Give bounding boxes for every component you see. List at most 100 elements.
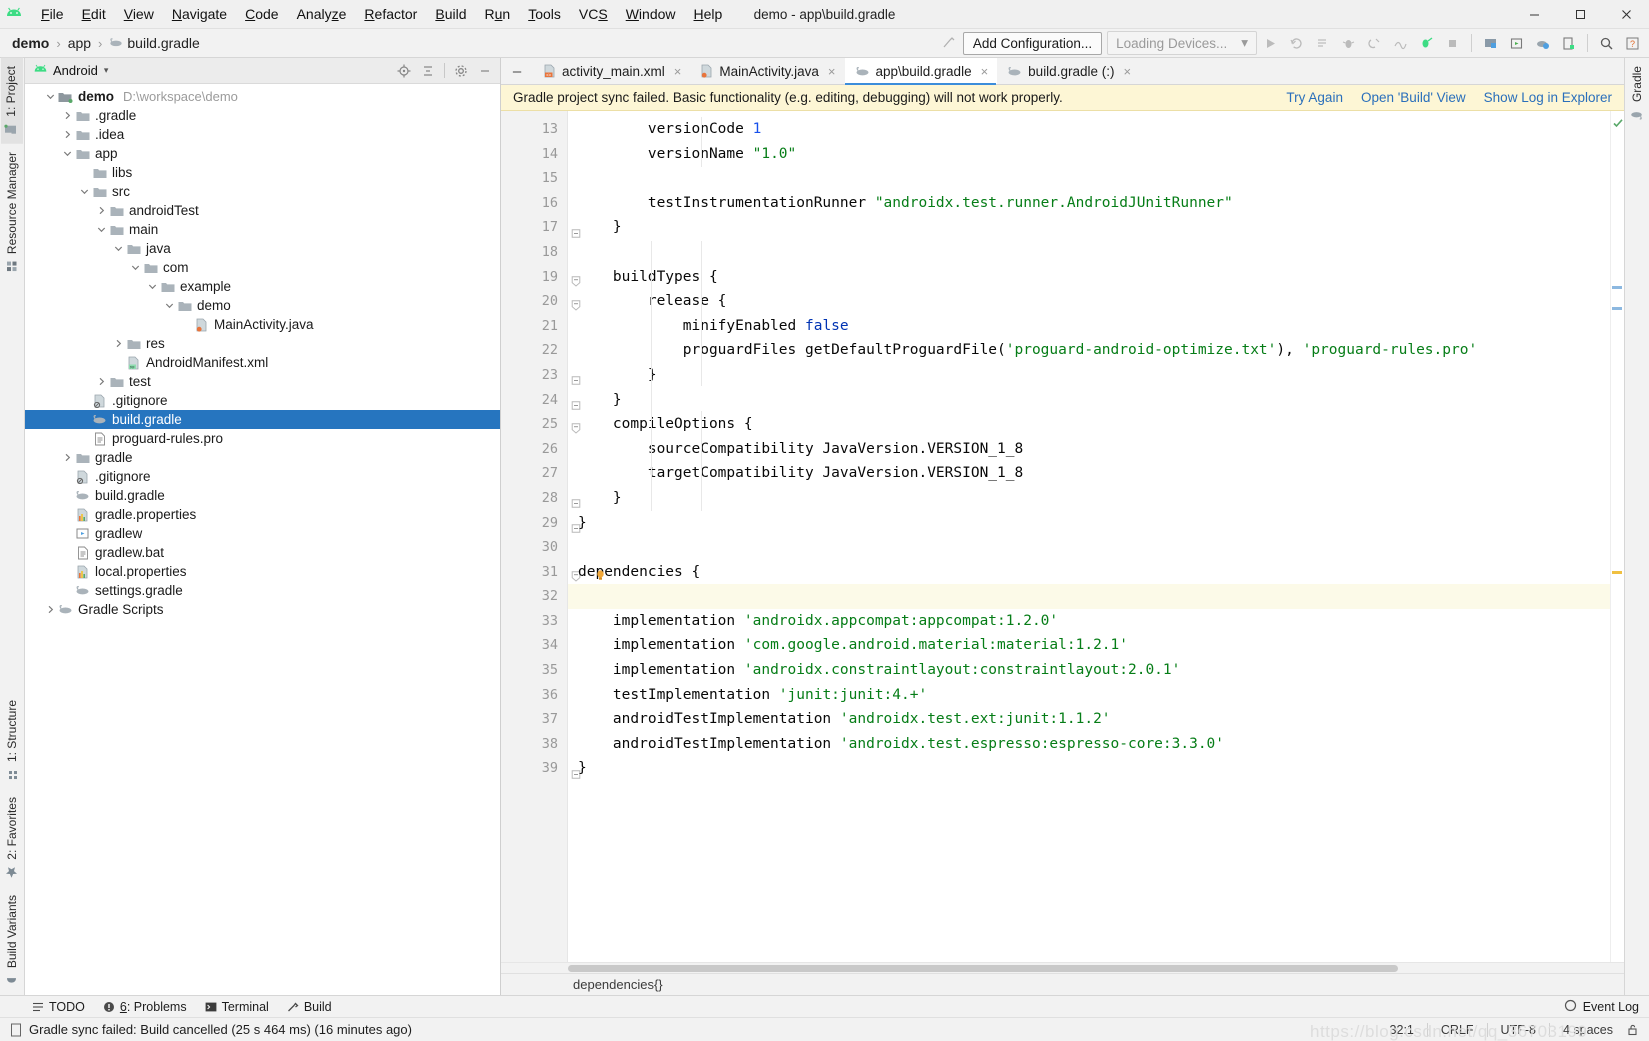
tree-node-src[interactable]: src	[25, 182, 500, 201]
tree-expander-icon[interactable]	[60, 565, 74, 579]
tree-expander-icon[interactable]	[111, 337, 125, 351]
line-number[interactable]: 20	[501, 289, 581, 314]
line-number[interactable]: 23	[501, 363, 581, 388]
close-tab-icon[interactable]: ×	[828, 64, 836, 79]
tree-expander-icon[interactable]	[111, 356, 125, 370]
tree-expander-icon[interactable]	[94, 375, 108, 389]
sdk-manager-icon[interactable]	[1504, 31, 1529, 55]
maximize-button[interactable]	[1557, 0, 1603, 29]
breadcrumb-item-app[interactable]: app	[64, 34, 95, 52]
tool-window-build[interactable]: Build	[287, 1000, 332, 1014]
close-button[interactable]	[1603, 0, 1649, 29]
help-icon[interactable]: ?	[1620, 31, 1645, 55]
sidebar-item-structure[interactable]: 1: Structure	[2, 692, 22, 789]
tree-expander-icon[interactable]	[94, 223, 108, 237]
tree-node-local-properties[interactable]: local.properties	[25, 562, 500, 581]
scrollbar-thumb[interactable]	[568, 965, 1398, 972]
sidebar-item-resource-manager[interactable]: Resource Manager	[2, 144, 22, 281]
debug-icon[interactable]	[1336, 31, 1361, 55]
breadcrumb-item-build-gradle[interactable]: build.gradle	[105, 34, 203, 52]
add-configuration-button[interactable]: Add Configuration...	[962, 31, 1103, 55]
line-number[interactable]: 38	[501, 732, 567, 757]
profile-icon[interactable]	[1388, 31, 1413, 55]
close-tab-icon[interactable]: ×	[1123, 64, 1131, 79]
editor-tab-mainactivity-java[interactable]: MainActivity.java ×	[690, 58, 844, 84]
line-number[interactable]: 17	[501, 215, 581, 240]
code-line[interactable]: }	[578, 215, 1610, 240]
line-number[interactable]: 39	[501, 756, 581, 781]
code-line[interactable]	[578, 240, 1610, 265]
tree-expander-icon[interactable]	[60, 109, 74, 123]
sidebar-item-project[interactable]: 1: Project	[1, 58, 23, 144]
line-number[interactable]: 19	[501, 265, 581, 290]
tree-expander-icon[interactable]	[162, 299, 176, 313]
code-line[interactable]: androidTestImplementation 'androidx.test…	[578, 707, 1610, 732]
tree-expander-icon[interactable]	[128, 261, 142, 275]
build-hammer-icon[interactable]	[937, 31, 962, 55]
tree-node-example[interactable]: example	[25, 277, 500, 296]
rerun-icon[interactable]	[1284, 31, 1309, 55]
menu-run[interactable]: Run	[476, 3, 520, 25]
line-number[interactable]: 18	[501, 240, 567, 265]
menu-navigate[interactable]: Navigate	[163, 3, 236, 25]
tree-node--idea[interactable]: .idea	[25, 125, 500, 144]
tree-expander-icon[interactable]	[60, 584, 74, 598]
code-line[interactable]: versionCode 1	[578, 117, 1610, 142]
tree-node-gradle[interactable]: gradle	[25, 448, 500, 467]
code-line[interactable]: implementation 'com.google.android.mater…	[578, 633, 1610, 658]
line-number[interactable]: 25	[501, 412, 581, 437]
tree-expander-icon[interactable]	[60, 128, 74, 142]
code-line[interactable]: implementation 'androidx.constraintlayou…	[578, 658, 1610, 683]
avd-manager-icon[interactable]	[1478, 31, 1503, 55]
menu-help[interactable]: Help	[685, 3, 732, 25]
code-line[interactable]: }	[578, 388, 1610, 413]
line-number[interactable]: 27	[501, 461, 567, 486]
tree-expander-icon[interactable]	[60, 527, 74, 541]
locate-icon[interactable]	[393, 60, 415, 82]
warning-bulb-icon[interactable]	[596, 565, 605, 580]
menu-tools[interactable]: Tools	[519, 3, 570, 25]
code-line[interactable]: minifyEnabled false	[578, 314, 1610, 339]
tree-node-libs[interactable]: libs	[25, 163, 500, 182]
code-line[interactable]: androidTestImplementation 'androidx.test…	[578, 732, 1610, 757]
tree-node-java[interactable]: java	[25, 239, 500, 258]
sync-gradle-icon[interactable]	[1530, 31, 1555, 55]
caret-position[interactable]: 32:1	[1390, 1023, 1414, 1037]
tree-expander-icon[interactable]	[145, 280, 159, 294]
indent-setting[interactable]: 4 spaces	[1563, 1023, 1613, 1037]
stop-icon[interactable]	[1440, 31, 1465, 55]
menu-analyze[interactable]: Analyze	[288, 3, 356, 25]
code-line[interactable]: testInstrumentationRunner "androidx.test…	[578, 191, 1610, 216]
sidebar-item-build-variants[interactable]: Build Variants	[2, 887, 22, 995]
code-line[interactable]: compileOptions {	[578, 412, 1610, 437]
line-number[interactable]: 35	[501, 658, 567, 683]
tree-node--gitignore[interactable]: .gitignore	[25, 467, 500, 486]
tree-expander-icon[interactable]	[60, 508, 74, 522]
tree-node-main[interactable]: main	[25, 220, 500, 239]
tree-expander-icon[interactable]	[43, 90, 57, 104]
menu-vcs[interactable]: VCS	[570, 3, 617, 25]
sidebar-item-gradle[interactable]: Gradle	[1627, 58, 1647, 129]
tree-node-settings-gradle[interactable]: settings.gradle	[25, 581, 500, 600]
editor-tab-build-gradle----[interactable]: build.gradle (:) ×	[997, 58, 1140, 84]
editor-horizontal-scrollbar[interactable]	[501, 962, 1624, 973]
tree-expander-icon[interactable]	[60, 546, 74, 560]
code-editor[interactable]: 13 14 15 16 17 18 19 20 21 22 23 24 25 26 27 28 29 30 31 32…	[501, 111, 1624, 962]
code-line[interactable]: }	[578, 511, 1610, 536]
line-number[interactable]: 15	[501, 166, 567, 191]
run-icon[interactable]	[1258, 31, 1283, 55]
banner-link-try-again[interactable]: Try Again	[1286, 90, 1343, 105]
line-number[interactable]: 36	[501, 683, 567, 708]
tree-expander-icon[interactable]	[60, 489, 74, 503]
settings-gear-icon[interactable]	[450, 60, 472, 82]
tree-node-demo[interactable]: demo	[25, 296, 500, 315]
tree-node-gradle-scripts[interactable]: Gradle Scripts	[25, 600, 500, 619]
line-number[interactable]: 29	[501, 511, 581, 536]
tree-node-gradlew[interactable]: gradlew	[25, 524, 500, 543]
banner-link-show-log-in-explorer[interactable]: Show Log in Explorer	[1484, 90, 1612, 105]
tree-node-gradle-properties[interactable]: gradle.properties	[25, 505, 500, 524]
code-content[interactable]: versionCode 1 versionName "1.0" testInst…	[568, 111, 1610, 962]
breadcrumb-item-demo[interactable]: demo	[8, 34, 53, 52]
close-tab-icon[interactable]: ×	[674, 64, 682, 79]
line-number[interactable]: 34	[501, 633, 567, 658]
